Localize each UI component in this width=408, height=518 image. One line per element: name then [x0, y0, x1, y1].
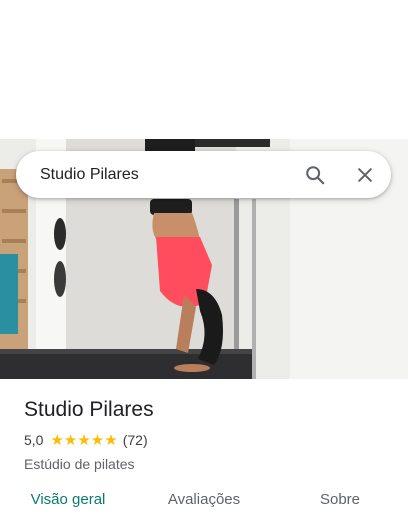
search-button[interactable] — [302, 162, 328, 188]
close-icon — [358, 168, 372, 182]
search-icon — [306, 166, 325, 185]
review-count: (72) — [122, 432, 148, 448]
search-bar — [16, 151, 391, 198]
close-button[interactable] — [352, 162, 378, 188]
rating-value: 5,0 — [24, 432, 44, 448]
tab-overview[interactable]: Visão geral — [0, 482, 136, 518]
tab-reviews[interactable]: Avaliações — [136, 482, 272, 518]
place-info: Studio Pilares 5,0 ★★★★★ (72) Estúdio de… — [24, 396, 392, 473]
rating-row[interactable]: 5,0 ★★★★★ (72) — [24, 431, 392, 449]
tab-bar: Visão geral Avaliações Sobre — [0, 482, 408, 518]
place-category[interactable]: Estúdio de pilates — [24, 455, 392, 473]
tab-about[interactable]: Sobre — [272, 482, 408, 518]
place-title: Studio Pilares — [24, 398, 154, 421]
star-rating-icon: ★★★★★ — [50, 432, 118, 449]
search-input[interactable] — [40, 164, 290, 186]
